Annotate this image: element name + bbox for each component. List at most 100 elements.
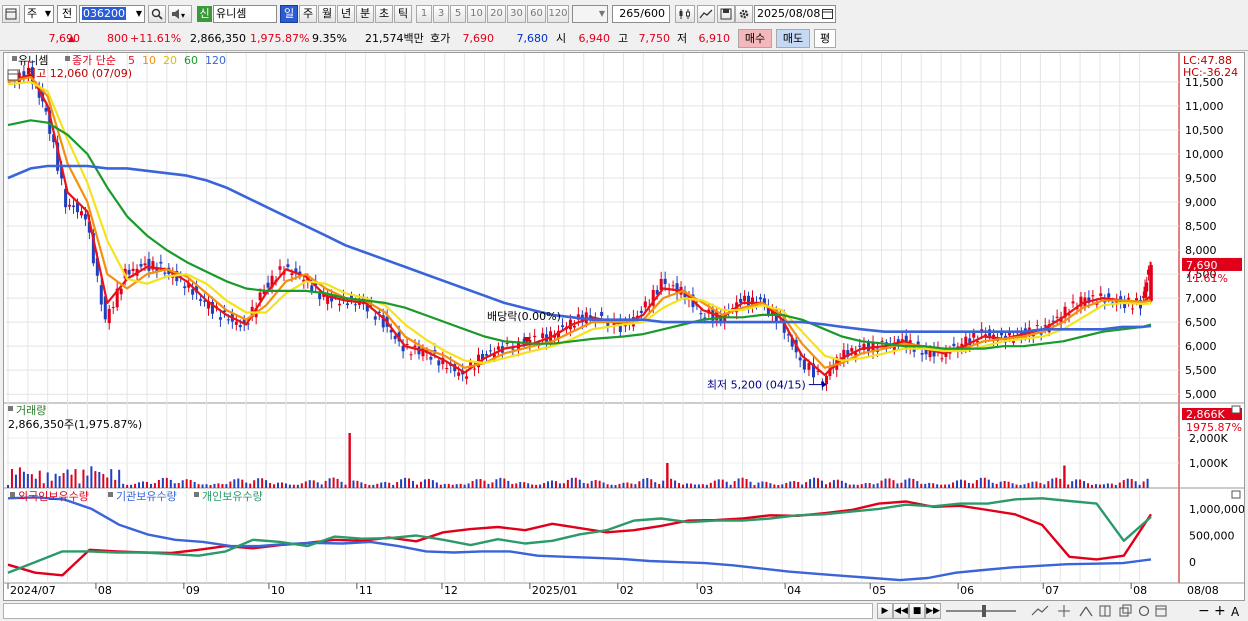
volume-value-label: 2,866,350주(1,975.87%)	[8, 418, 142, 431]
chevron-down-icon: ▼	[44, 9, 51, 18]
y-tick-label-13: 5,000	[1185, 388, 1217, 401]
candle	[505, 342, 509, 344]
interval-button-5[interactable]: 30	[507, 5, 526, 23]
stop-button[interactable]: ■	[909, 603, 925, 619]
candle	[1127, 297, 1131, 300]
zoom-out-button[interactable]: −	[1198, 603, 1210, 619]
open-price: 6,940	[578, 32, 611, 45]
volume-bar	[1091, 484, 1094, 488]
interval-button-7[interactable]: 120	[547, 5, 569, 23]
period-tab-0[interactable]: 일	[280, 5, 298, 23]
zoom-in-button[interactable]: +	[1214, 603, 1226, 619]
chart-tool-button[interactable]	[675, 5, 695, 23]
forward-button[interactable]: ▶▶	[925, 603, 941, 619]
stock-code-input[interactable]: 036200 ▼	[79, 5, 145, 23]
volume-bar	[340, 481, 343, 488]
eval-button[interactable]: 평	[814, 29, 836, 48]
drawing-tool-button[interactable]	[697, 5, 715, 23]
date-value: 2025/08/08	[757, 7, 821, 20]
up-arrow-icon: ▲	[68, 34, 75, 44]
volume-bar	[122, 483, 125, 488]
speaker-button[interactable]: ▾	[168, 5, 192, 23]
volume-bar	[265, 480, 268, 488]
period-tab-1[interactable]: 주	[299, 5, 317, 23]
search-button[interactable]	[148, 5, 166, 23]
interval-button-0[interactable]: 1	[416, 5, 432, 23]
settings-button[interactable]	[735, 5, 753, 23]
candle	[111, 307, 115, 309]
x-tick-label-12: 07	[1045, 584, 1059, 597]
volume-bar	[697, 484, 700, 488]
stock-name-field[interactable]: 유니셈	[213, 5, 277, 23]
calendar-icon[interactable]	[822, 6, 833, 22]
volume-bar	[1023, 484, 1026, 488]
buy-button[interactable]: 매수	[738, 29, 772, 48]
scroll-right-button[interactable]: ▶	[877, 603, 893, 619]
interval-button-6[interactable]: 60	[527, 5, 546, 23]
volume-bar	[959, 479, 962, 488]
candle	[183, 286, 187, 289]
volume-bar	[721, 479, 724, 488]
candle	[699, 313, 703, 315]
interval-select[interactable]: ▼	[572, 5, 608, 23]
speed-slider-handle[interactable]	[982, 605, 986, 617]
volume-bar	[34, 478, 37, 488]
count-input[interactable]: 265/600	[612, 5, 670, 23]
volume-bar	[388, 482, 391, 488]
candle	[429, 356, 433, 360]
prev-button[interactable]: 전	[57, 5, 77, 23]
period-tab-6[interactable]: 틱	[394, 5, 412, 23]
candle	[560, 325, 564, 327]
prev-label: 전	[61, 7, 73, 20]
count-total: /600	[640, 7, 665, 20]
speed-slider[interactable]	[946, 610, 1016, 612]
legend-ma-5: 5	[128, 54, 135, 67]
candle	[218, 317, 222, 320]
scroll-track[interactable]	[3, 603, 873, 619]
menu-icon[interactable]	[2, 5, 20, 23]
volume-bar	[753, 484, 756, 488]
interval-button-1[interactable]: 3	[433, 5, 449, 23]
x-tick-label-8: 03	[699, 584, 713, 597]
volume-bar	[479, 478, 482, 488]
volume-bar	[515, 483, 518, 488]
date-input[interactable]: 2025/08/08	[754, 5, 836, 23]
volume-bar	[225, 484, 228, 488]
auto-scale-button[interactable]: A	[1231, 604, 1239, 620]
rewind-button[interactable]: ◀◀	[893, 603, 909, 619]
volume-bar	[1007, 481, 1010, 488]
volume-bar	[14, 474, 17, 488]
volume-bar	[70, 474, 73, 488]
y-tick-label-1: 11,000	[1185, 100, 1224, 113]
candle	[825, 375, 829, 385]
period-tab-2[interactable]: 월	[318, 5, 336, 23]
candle	[72, 205, 76, 208]
search-icon	[151, 8, 163, 20]
sell-button[interactable]: 매도	[776, 29, 810, 48]
volume-bar	[554, 481, 557, 488]
period-tab-3[interactable]: 년	[337, 5, 355, 23]
y-tick-label-12: 5,500	[1185, 364, 1217, 377]
interval-button-2[interactable]: 5	[450, 5, 466, 23]
volume-bar	[459, 483, 462, 488]
candle	[457, 372, 461, 376]
interval-button-4[interactable]: 20	[487, 5, 506, 23]
quote-bar: 7,690 ▲ 800 +11.61% 2,866,350 1,975.87% …	[0, 28, 1248, 51]
period-tab-4[interactable]: 분	[356, 5, 374, 23]
y-tick-label-6: 8,500	[1185, 220, 1217, 233]
market-select[interactable]: 주 ▼	[24, 5, 54, 23]
volume-bar	[1011, 483, 1014, 488]
interval-button-3[interactable]: 10	[467, 5, 486, 23]
volume-bar	[26, 473, 29, 488]
save-button[interactable]	[717, 5, 735, 23]
period-tab-5[interactable]: 초	[375, 5, 393, 23]
volume-bar	[781, 484, 784, 488]
candle	[107, 308, 111, 324]
candle	[473, 368, 477, 370]
volume-bar	[1043, 484, 1046, 488]
panel-close-icon	[1231, 490, 1241, 499]
volume-bar	[1114, 484, 1117, 488]
volume-value: 2,866,350	[190, 32, 246, 45]
chart-panel[interactable]: 11,500 11,000 10,500 10,000 9,500 9,000 8,500 8…	[3, 52, 1245, 601]
current-price-tag-label: 7,690	[1186, 259, 1218, 272]
